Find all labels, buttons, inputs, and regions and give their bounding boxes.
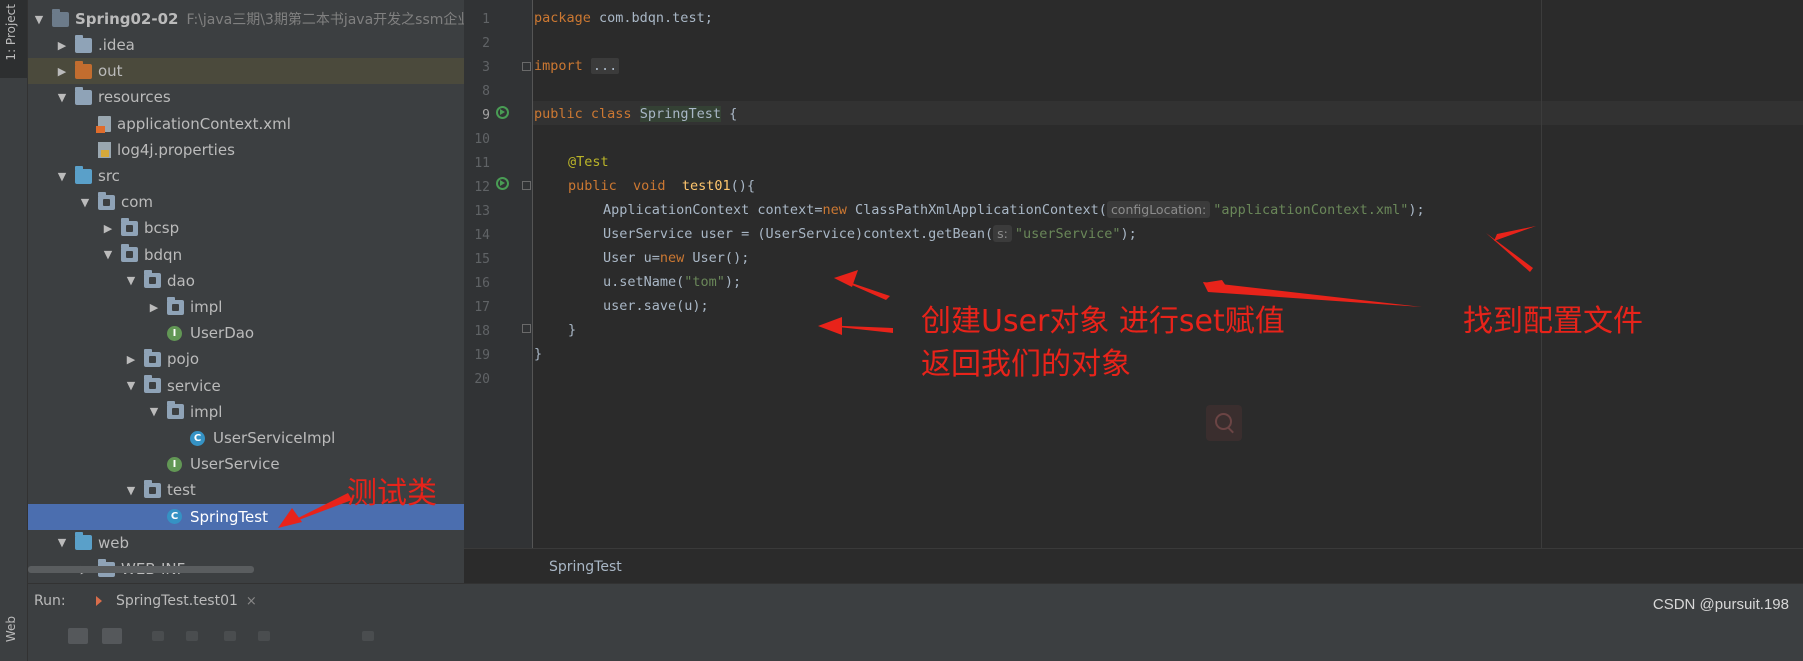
annotation-find-config: 找到配置文件 <box>1463 304 1643 339</box>
annotation-create-user-line2: 返回我们的对象 <box>921 347 1131 382</box>
annotation-arrow <box>818 317 842 335</box>
annotation-arrow <box>1494 226 1536 241</box>
annotation-arrow <box>1486 233 1533 272</box>
annotation-arrow <box>278 508 302 528</box>
annotation-test-class: 测试类 <box>347 476 437 511</box>
annotation-create-user-line1: 创建User对象 进行set赋值 <box>921 304 1285 339</box>
